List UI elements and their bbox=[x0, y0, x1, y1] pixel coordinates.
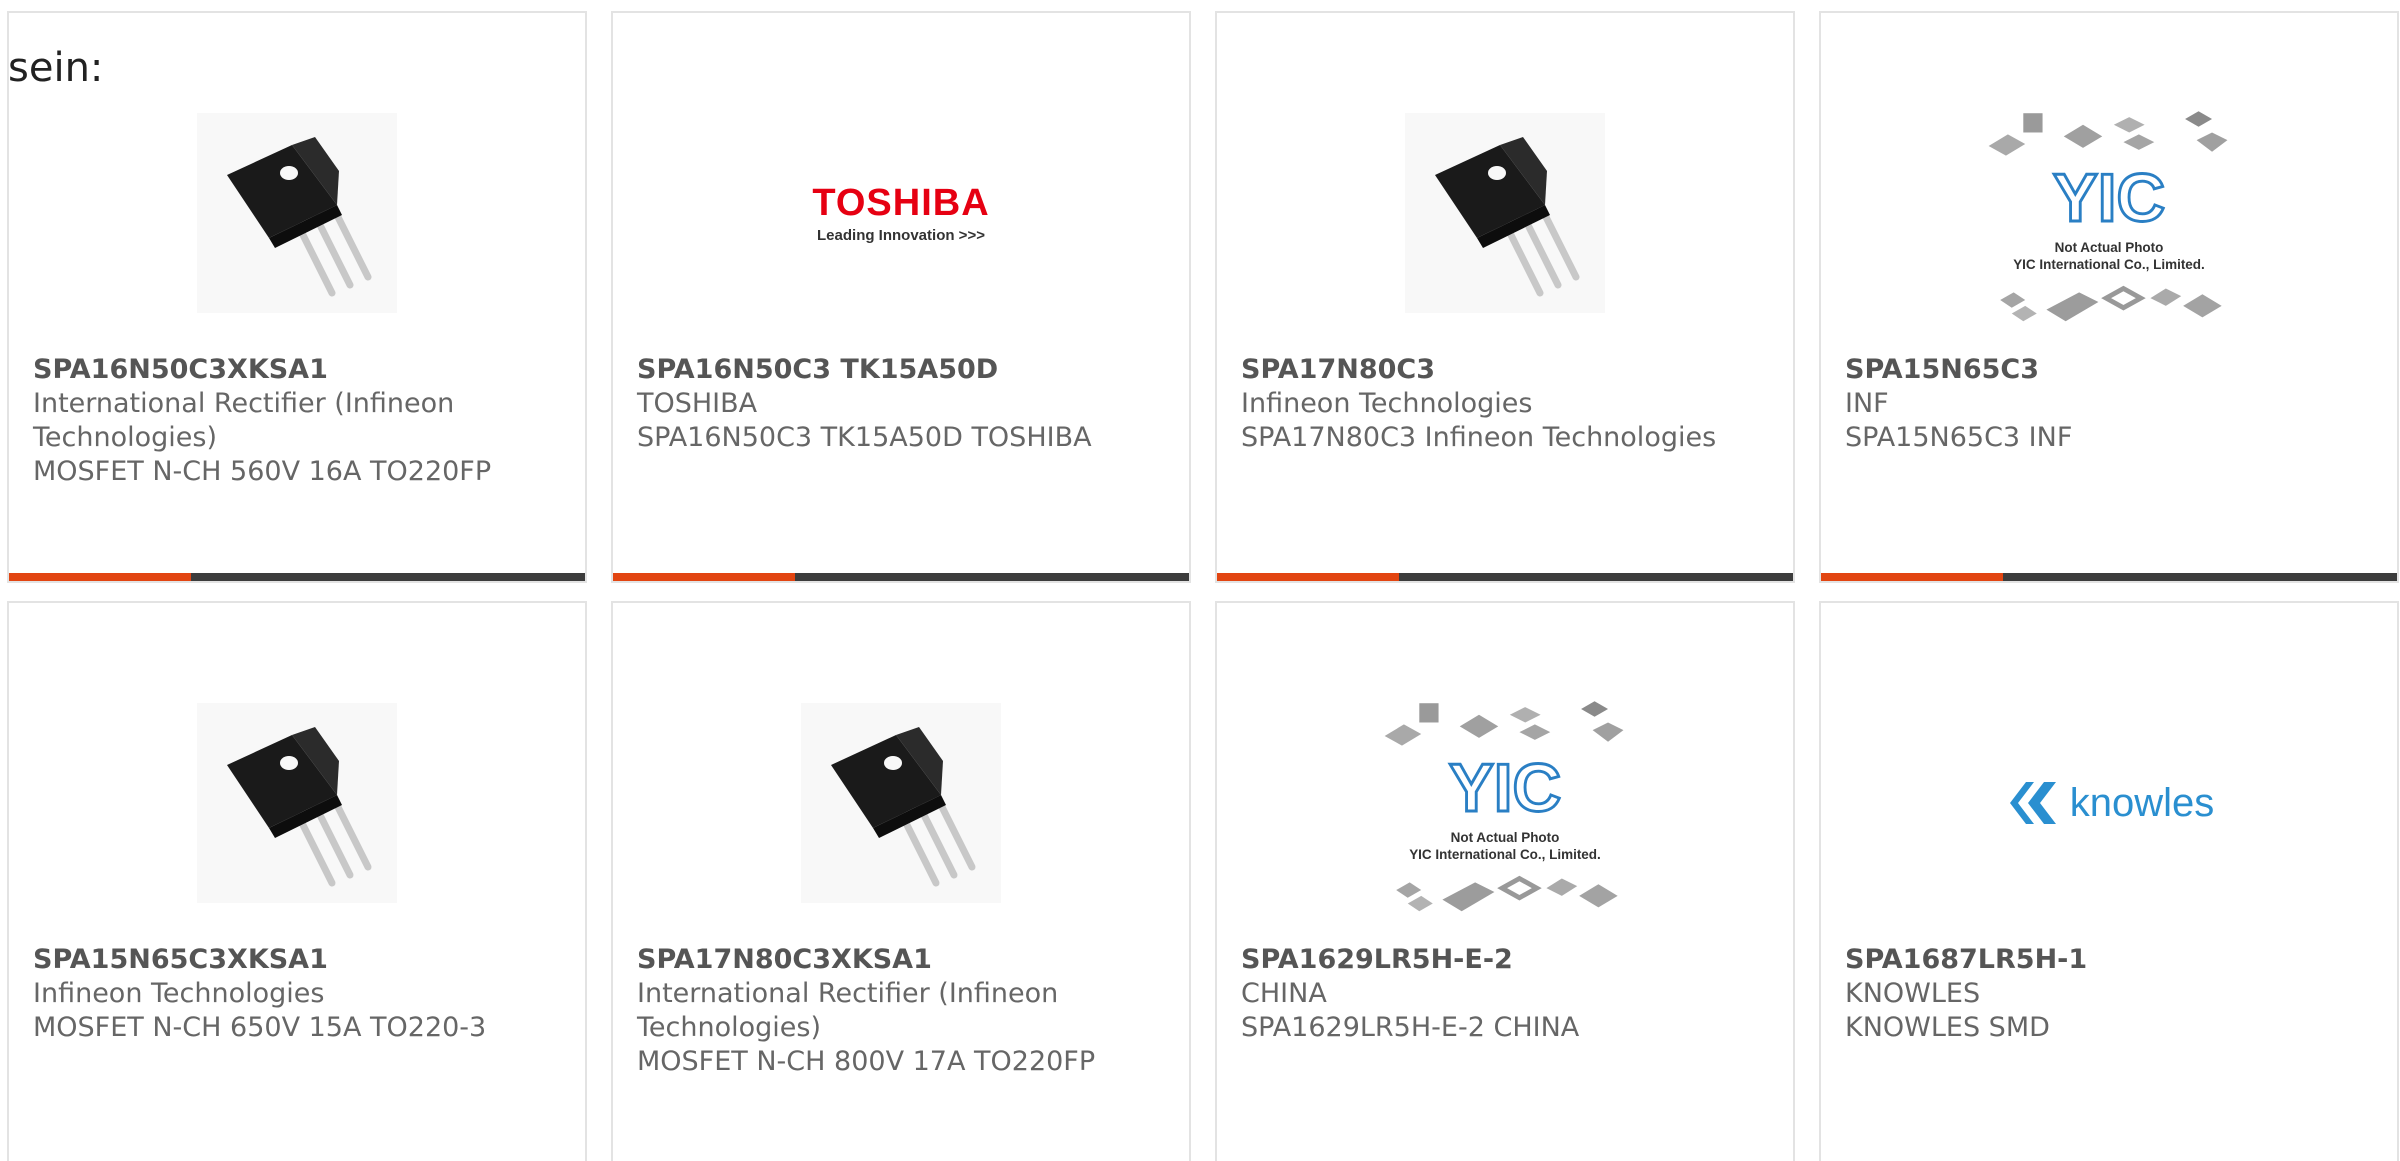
part-number[interactable]: SPA16N50C3XKSA1 bbox=[33, 353, 561, 387]
manufacturer: International Rectifier (Infineon Techno… bbox=[637, 978, 1059, 1043]
toshiba-logo-tagline: Leading Innovation >>> bbox=[817, 227, 985, 244]
part-number[interactable]: SPA1687LR5H-1 bbox=[1845, 943, 2373, 977]
to220-transistor-icon[interactable] bbox=[167, 83, 427, 343]
part-number[interactable]: SPA17N80C3 bbox=[1241, 353, 1769, 387]
manufacturer: Infineon Technologies bbox=[1241, 388, 1533, 419]
toshiba-logo-text: TOSHIBA bbox=[812, 182, 990, 224]
description: SPA1629LR5H-E-2 CHINA bbox=[1241, 1012, 1580, 1043]
manufacturer: KNOWLES bbox=[1845, 978, 1981, 1009]
product-grid: SPA16N50C3XKSA1 International Rectifier … bbox=[0, 0, 2400, 1161]
description: SPA15N65C3 INF bbox=[1845, 422, 2073, 453]
product-card[interactable]: SPA17N80C3 Infineon Technologies SPA17N8… bbox=[1215, 11, 1795, 583]
lead-text: sein: bbox=[8, 45, 104, 91]
product-card[interactable]: TOSHIBA Leading Innovation >>> SPA16N50C… bbox=[611, 11, 1191, 583]
to220-transistor-icon[interactable] bbox=[771, 673, 1031, 933]
part-number[interactable]: SPA15N65C3 bbox=[1845, 353, 2373, 387]
knowles-logo[interactable]: knowles bbox=[1979, 673, 2239, 933]
part-number[interactable]: SPA1629LR5H-E-2 bbox=[1241, 943, 1769, 977]
part-number[interactable]: SPA16N50C3 TK15A50D bbox=[637, 353, 1165, 387]
product-card[interactable]: SPA16N50C3XKSA1 International Rectifier … bbox=[7, 11, 587, 583]
yic-placeholder-image[interactable]: YIC Not Actual Photo YIC International C… bbox=[1375, 683, 1635, 943]
product-card[interactable]: SPA17N80C3XKSA1 International Rectifier … bbox=[611, 601, 1191, 1161]
manufacturer: International Rectifier (Infineon Techno… bbox=[33, 388, 455, 453]
manufacturer: TOSHIBA bbox=[637, 388, 758, 419]
manufacturer: INF bbox=[1845, 388, 1889, 419]
svg-text:Not Actual Photo: Not Actual Photo bbox=[2055, 240, 2164, 255]
card-divider-bar bbox=[1217, 573, 1793, 581]
card-divider-bar bbox=[9, 573, 585, 581]
yic-placeholder-image[interactable]: YIC Not Actual Photo YIC International C… bbox=[1979, 93, 2239, 353]
part-number[interactable]: SPA17N80C3XKSA1 bbox=[637, 943, 1165, 977]
description: MOSFET N-CH 650V 15A TO220-3 bbox=[33, 1012, 487, 1043]
svg-text:YIC: YIC bbox=[1449, 751, 1561, 826]
part-number[interactable]: SPA15N65C3XKSA1 bbox=[33, 943, 561, 977]
description: KNOWLES SMD bbox=[1845, 1012, 2050, 1043]
to220-transistor-icon[interactable] bbox=[1375, 83, 1635, 343]
product-card[interactable]: knowles SPA1687LR5H-1 KNOWLES KNOWLES SM… bbox=[1819, 601, 2399, 1161]
to220-transistor-icon[interactable] bbox=[167, 673, 427, 933]
product-card[interactable]: YIC Not Actual Photo YIC International C… bbox=[1215, 601, 1795, 1161]
card-divider-bar bbox=[1821, 573, 2397, 581]
description: MOSFET N-CH 560V 16A TO220FP bbox=[33, 456, 492, 487]
description: MOSFET N-CH 800V 17A TO220FP bbox=[637, 1046, 1096, 1077]
svg-text:YIC: YIC bbox=[2053, 161, 2165, 236]
knowles-logo-text: knowles bbox=[2069, 780, 2215, 825]
toshiba-logo[interactable]: TOSHIBA Leading Innovation >>> bbox=[771, 83, 1031, 343]
svg-text:YIC International Co., Limited: YIC International Co., Limited. bbox=[2013, 257, 2205, 272]
description: SPA17N80C3 Infineon Technologies bbox=[1241, 422, 1717, 453]
svg-text:Not Actual Photo: Not Actual Photo bbox=[1451, 830, 1560, 845]
svg-text:YIC International Co., Limited: YIC International Co., Limited. bbox=[1409, 847, 1601, 862]
product-card[interactable]: SPA15N65C3XKSA1 Infineon Technologies MO… bbox=[7, 601, 587, 1161]
card-divider-bar bbox=[613, 573, 1189, 581]
product-card[interactable]: YIC Not Actual Photo YIC International C… bbox=[1819, 11, 2399, 583]
manufacturer: Infineon Technologies bbox=[33, 978, 325, 1009]
description: SPA16N50C3 TK15A50D TOSHIBA bbox=[637, 422, 1092, 453]
manufacturer: CHINA bbox=[1241, 978, 1327, 1009]
knowles-chevron-icon bbox=[2009, 782, 2056, 824]
